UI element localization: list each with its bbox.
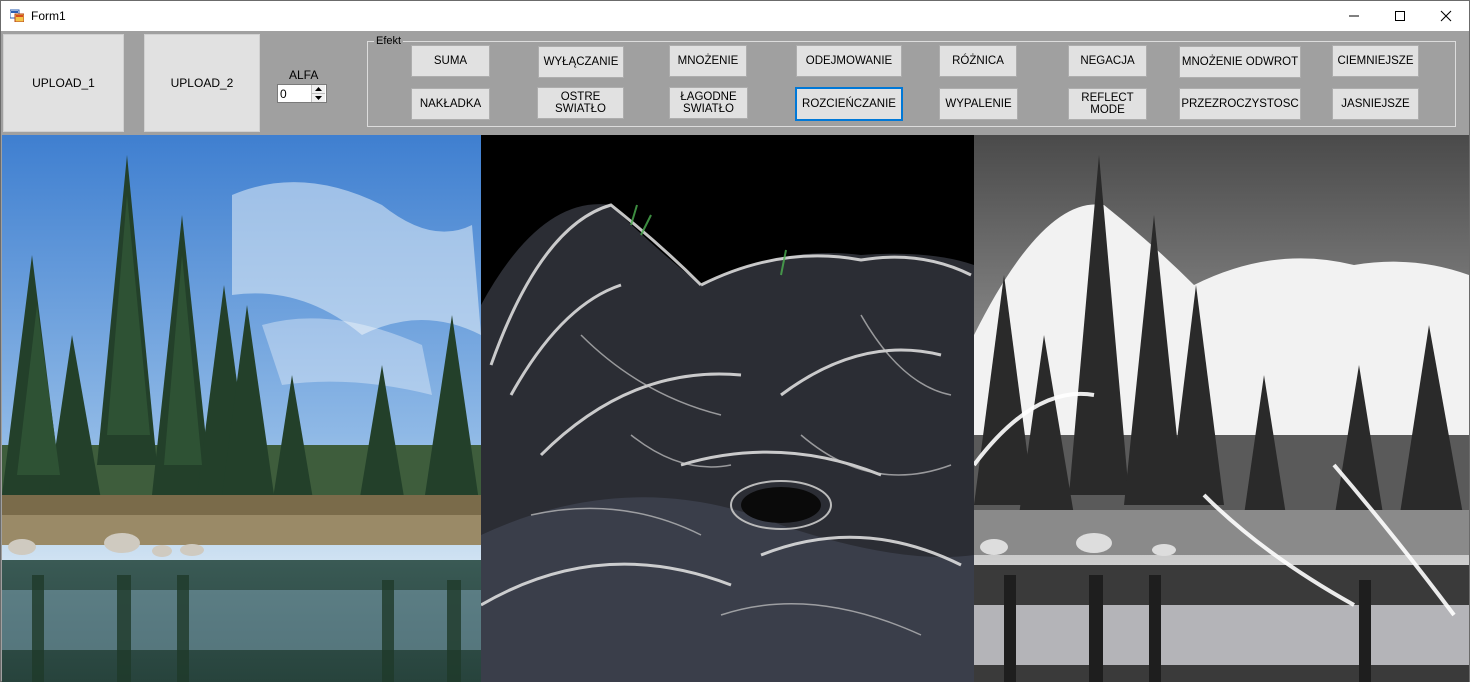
effect-nakladka-button[interactable]: NAKŁADKA bbox=[411, 88, 490, 120]
app-icon bbox=[10, 9, 24, 22]
effect-przezroczystosc-button[interactable]: PRZEZROCZYSTOSC bbox=[1179, 88, 1301, 120]
effect-wypalenie-button[interactable]: WYPALENIE bbox=[939, 88, 1018, 120]
effect-reflect-mode-button[interactable]: REFLECT MODE bbox=[1068, 88, 1147, 120]
effect-negacja-button[interactable]: NEGACJA bbox=[1068, 45, 1147, 77]
picture-box-2 bbox=[481, 135, 974, 682]
effect-rozcienczanie-button[interactable]: ROZCIEŃCZANIE bbox=[795, 87, 903, 121]
alfa-label: ALFA bbox=[289, 68, 319, 82]
maximize-icon bbox=[1395, 11, 1405, 21]
effect-odejmowanie-button[interactable]: ODEJMOWANIE bbox=[796, 45, 902, 77]
upload-1-button[interactable]: UPLOAD_1 bbox=[3, 34, 124, 132]
cat-image bbox=[481, 135, 974, 682]
effect-jasniejsze-button[interactable]: JASNIEJSZE bbox=[1332, 88, 1419, 120]
effect-ciemniejsze-button[interactable]: CIEMNIEJSZE bbox=[1332, 45, 1419, 77]
effect-roznica-button[interactable]: RÓŻNICA bbox=[939, 45, 1017, 77]
alfa-value[interactable]: 0 bbox=[280, 87, 287, 101]
minimize-icon bbox=[1349, 15, 1359, 17]
spin-down-icon bbox=[315, 96, 322, 100]
minimize-button[interactable] bbox=[1331, 1, 1377, 31]
effect-mnozenie-odwrot-button[interactable]: MNOŻENIE ODWROT bbox=[1179, 46, 1301, 78]
effect-ostre-swiatlo-button[interactable]: OSTRE SWIATŁO bbox=[537, 87, 624, 119]
effect-suma-button[interactable]: SUMA bbox=[411, 45, 490, 77]
main-window: Form1 UPLOAD_1 UPLOAD_2 ALFA 0 Efekt SUM… bbox=[0, 0, 1470, 682]
picture-box-result bbox=[974, 135, 1469, 682]
spin-down-button[interactable] bbox=[312, 94, 325, 102]
close-icon bbox=[1440, 10, 1452, 22]
alfa-spin-buttons bbox=[311, 85, 326, 102]
spin-up-icon bbox=[315, 87, 322, 91]
picture-box-1 bbox=[2, 135, 481, 682]
effect-group-label: Efekt bbox=[374, 35, 404, 47]
result-image bbox=[974, 135, 1469, 682]
upload-2-button[interactable]: UPLOAD_2 bbox=[144, 34, 260, 132]
title-bar[interactable]: Form1 bbox=[1, 1, 1469, 31]
landscape-image bbox=[2, 135, 481, 682]
effect-wylaczanie-button[interactable]: WYŁĄCZANIE bbox=[538, 46, 624, 78]
close-button[interactable] bbox=[1423, 1, 1469, 31]
maximize-button[interactable] bbox=[1377, 1, 1423, 31]
alfa-numeric-input[interactable]: 0 bbox=[277, 84, 327, 103]
spin-up-button[interactable] bbox=[312, 85, 325, 94]
effect-mnozenie-button[interactable]: MNOŻENIE bbox=[669, 45, 747, 77]
window-title: Form1 bbox=[31, 9, 66, 23]
effect-lagodne-swiatlo-button[interactable]: ŁAGODNE SWIATŁO bbox=[669, 87, 748, 119]
